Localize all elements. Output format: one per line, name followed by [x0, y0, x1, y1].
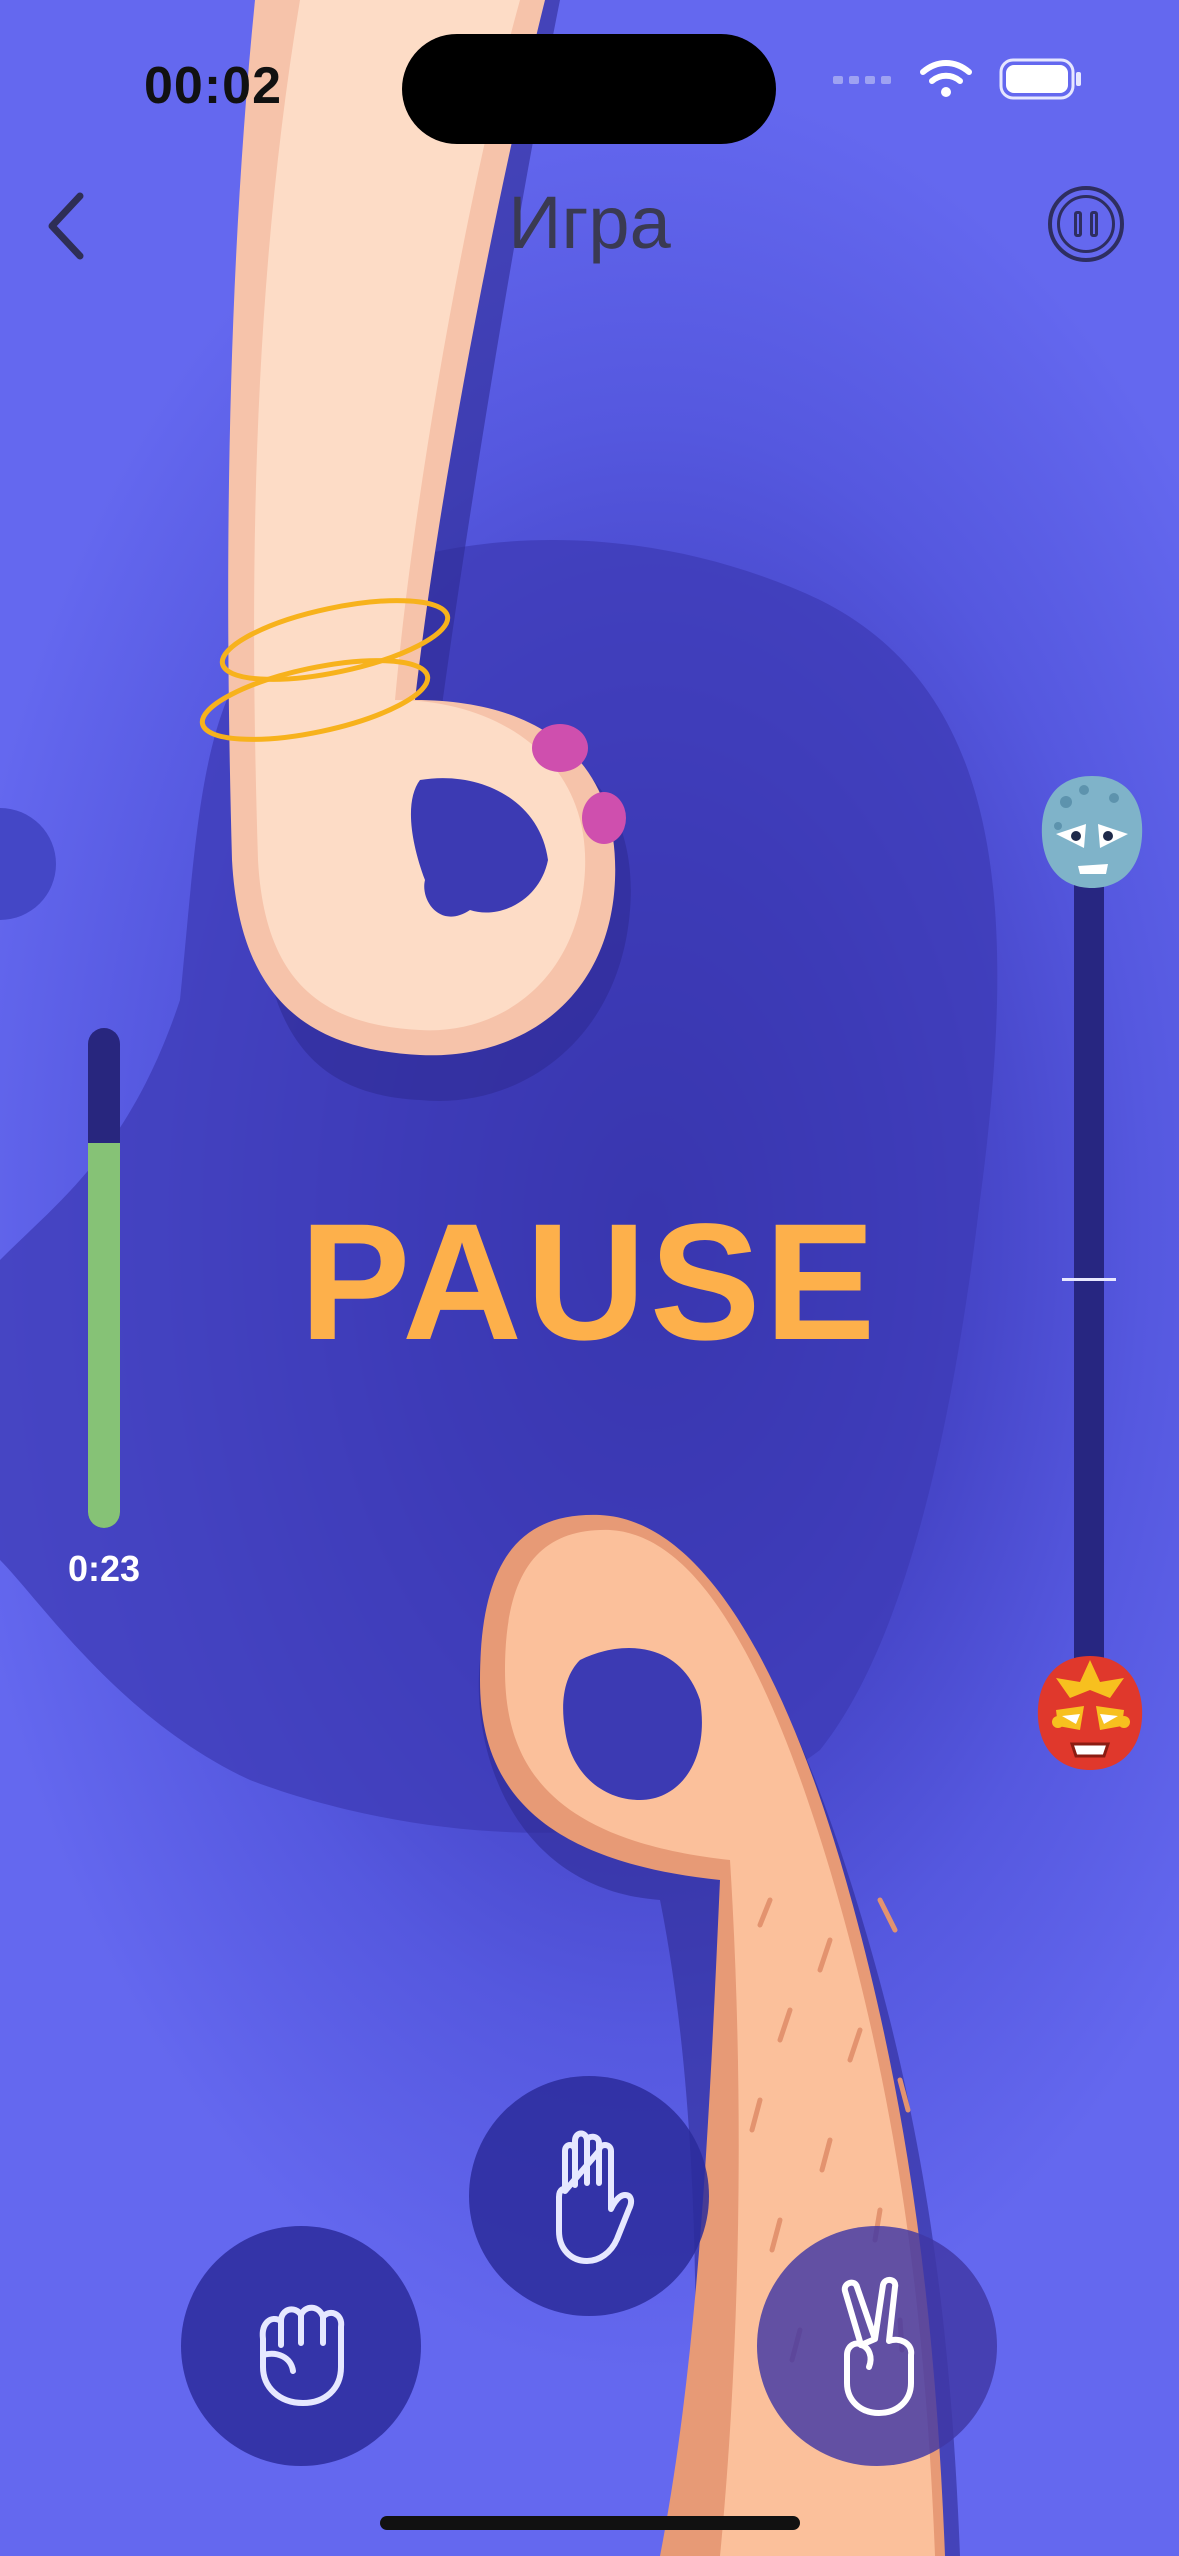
dynamic-island — [402, 34, 776, 144]
victory-hand-icon — [841, 2277, 915, 2416]
wifi-icon — [920, 60, 972, 97]
top-nail-1 — [532, 724, 588, 772]
home-indicator — [380, 2516, 800, 2530]
open-hand-icon — [556, 2130, 635, 2264]
fist-icon — [259, 2304, 345, 2406]
pause-icon — [1057, 195, 1115, 253]
battery-icon — [999, 58, 1081, 100]
pause-button[interactable] — [1048, 186, 1124, 262]
status-time: 00:02 — [144, 57, 282, 115]
pause-icon-bar — [1074, 211, 1082, 237]
page-title: Игра — [508, 181, 671, 264]
opponent-avatar-icon — [1041, 776, 1143, 888]
top-nail-2 — [582, 792, 626, 844]
pause-label: PAUSE — [299, 1190, 880, 1375]
rock-button[interactable] — [181, 2226, 421, 2466]
scissors-button[interactable] — [757, 2226, 997, 2466]
status-icons — [833, 58, 1083, 100]
signal-icon — [833, 76, 891, 84]
timer-label: 0:23 — [67, 1548, 141, 1589]
paper-button[interactable] — [469, 2076, 709, 2316]
pause-icon-bar — [1090, 211, 1098, 237]
player-avatar-icon — [1037, 1656, 1143, 1770]
